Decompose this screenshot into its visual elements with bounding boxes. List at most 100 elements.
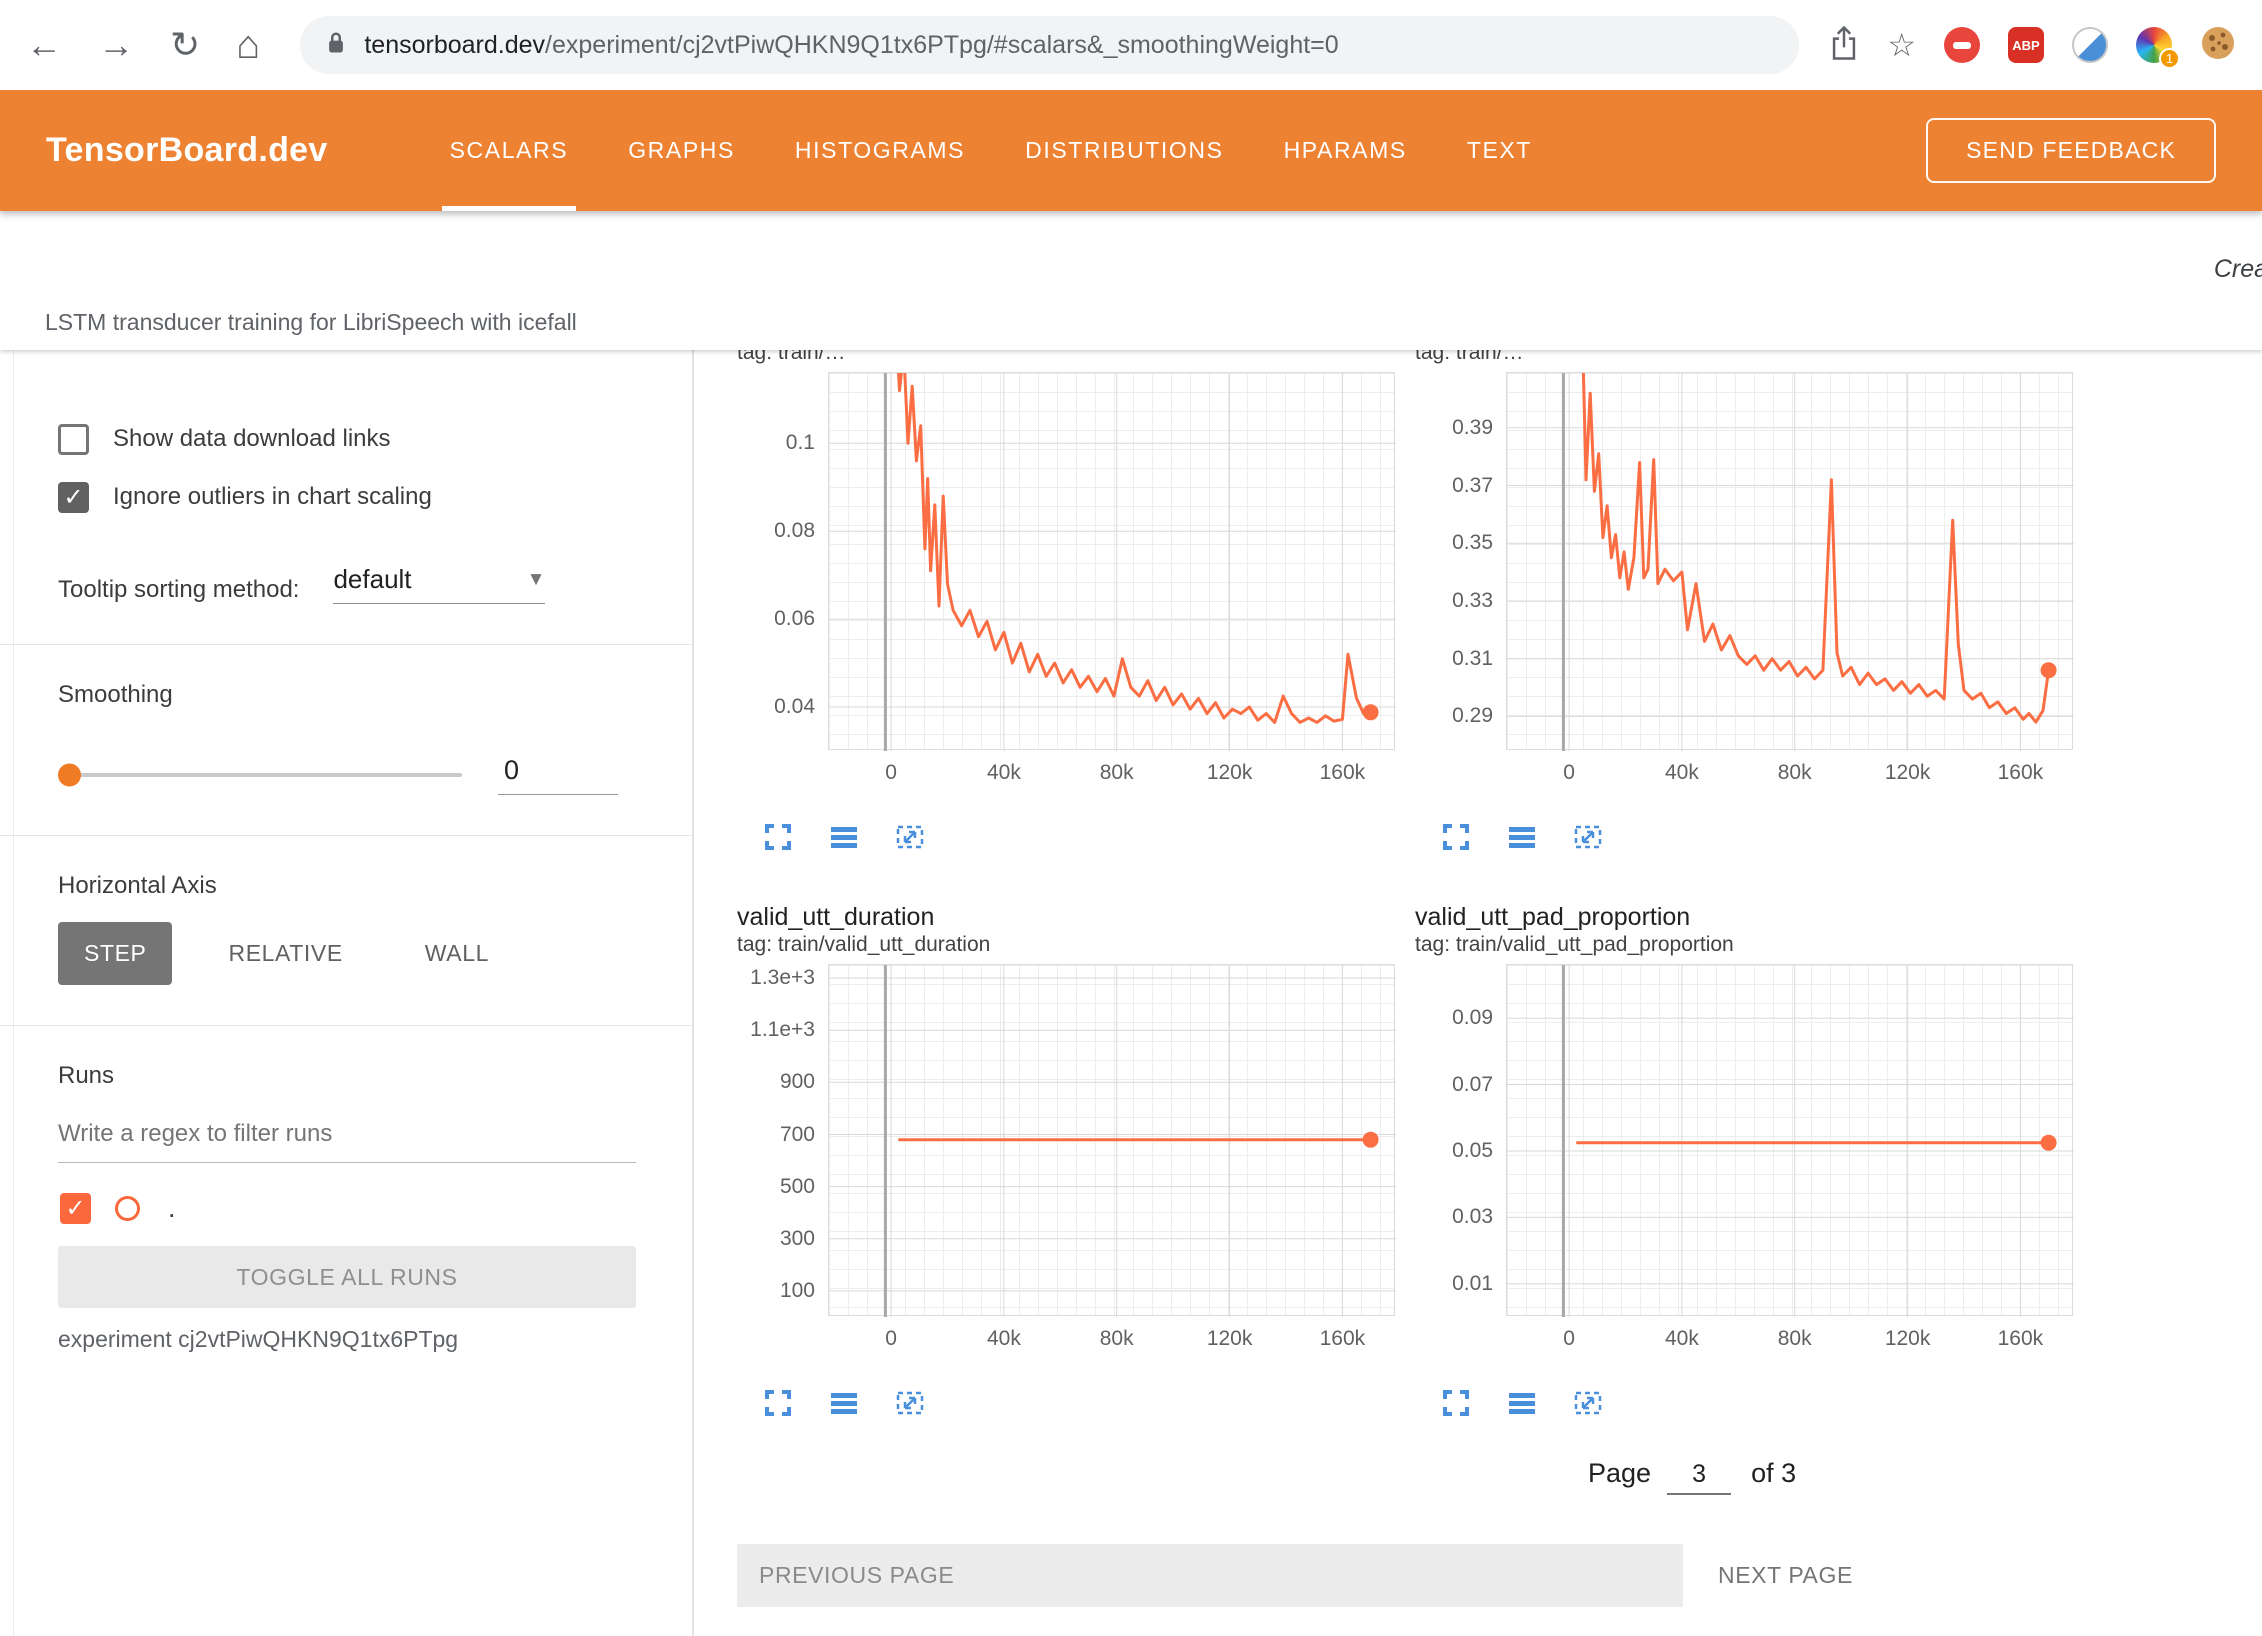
app-logo: TensorBoard.dev — [46, 131, 328, 170]
fullscreen-icon[interactable] — [1441, 822, 1471, 852]
run-checkbox[interactable]: ✓ — [60, 1193, 91, 1224]
chart-plot-svg[interactable] — [829, 373, 1396, 751]
reload-icon[interactable]: ↻ — [170, 27, 200, 63]
next-page-button[interactable]: NEXT PAGE — [1718, 1544, 1853, 1607]
fullscreen-icon[interactable] — [763, 822, 793, 852]
chart-card: valid_utt_pad_proportion tag: train/vali… — [1415, 902, 2095, 1418]
fit-domain-icon[interactable] — [1573, 1388, 1603, 1418]
yaxis-toggle-icon[interactable] — [829, 822, 859, 852]
y-tick-label: 0.01 — [1452, 1272, 1493, 1296]
tab-scalars[interactable]: SCALARS — [420, 90, 599, 211]
send-feedback-button[interactable]: SEND FEEDBACK — [1926, 118, 2216, 183]
charts-main: tag: train/… 0.10.080.060.04040k80k120k1… — [694, 350, 2262, 1636]
y-tick-label: 300 — [780, 1227, 815, 1251]
smoothing-value[interactable]: 0 — [498, 755, 618, 795]
tensorboard-page: ← → ↻ ⌂ tensorboard.dev/experiment/cj2vt… — [0, 0, 2262, 1636]
chart-plot-svg[interactable] — [1507, 965, 2074, 1317]
ignore-outliers-checkbox[interactable]: ✓ — [58, 482, 89, 513]
smoothing-slider-thumb[interactable] — [58, 764, 81, 787]
abp-extension-icon[interactable]: ABP — [2008, 27, 2044, 63]
chart-plot-svg[interactable] — [829, 965, 1396, 1317]
x-tick-label: 120k — [1885, 761, 1931, 785]
x-tick-label: 40k — [987, 761, 1021, 785]
chart-title: valid_utt_pad_proportion — [1415, 902, 2095, 932]
show-download-row: Show data download links — [58, 418, 692, 460]
y-tick-label: 0.03 — [1452, 1205, 1493, 1229]
axis-button-relative[interactable]: RELATIVE — [202, 922, 368, 985]
chart-toolbar — [1441, 1388, 2095, 1418]
runs-regex-input[interactable] — [58, 1120, 636, 1163]
x-tick-label: 0 — [1563, 761, 1575, 785]
share-icon[interactable] — [1829, 25, 1859, 66]
bookmark-star-icon[interactable]: ☆ — [1887, 29, 1916, 61]
tab-histograms[interactable]: HISTOGRAMS — [765, 90, 995, 211]
y-tick-label: 100 — [780, 1279, 815, 1303]
adblocker-extension-icon[interactable] — [1944, 27, 1980, 63]
tab-distributions[interactable]: DISTRIBUTIONS — [995, 90, 1253, 211]
axis-button-wall[interactable]: WALL — [399, 922, 515, 985]
colorwheel-extension-icon[interactable]: 1 — [2136, 27, 2172, 63]
forward-icon[interactable]: → — [98, 27, 134, 63]
blue-extension-icon[interactable] — [2072, 27, 2108, 63]
home-icon[interactable]: ⌂ — [236, 25, 260, 65]
tab-text[interactable]: TEXT — [1437, 90, 1562, 211]
chart-card: tag: train/… 0.390.370.350.330.310.29040… — [1415, 350, 2095, 852]
chart-plot[interactable]: 1.3e+31.1e+3900700500300100040k80k120k16… — [828, 964, 1395, 1316]
nav-tabs: SCALARSGRAPHSHISTOGRAMSDISTRIBUTIONSHPAR… — [420, 90, 1562, 211]
lock-icon — [326, 30, 346, 60]
x-tick-label: 80k — [1778, 1327, 1812, 1351]
tooltip-sorting-select[interactable]: default ▼ — [333, 564, 545, 604]
subheader-right-text[interactable]: Crea — [2214, 255, 2262, 284]
fullscreen-icon[interactable] — [763, 1388, 793, 1418]
y-tick-label: 1.1e+3 — [750, 1018, 815, 1042]
y-tick-label: 0.07 — [1452, 1073, 1493, 1097]
browser-chrome: ← → ↻ ⌂ tensorboard.dev/experiment/cj2vt… — [0, 0, 2262, 90]
page-label: Page — [1588, 1458, 1651, 1489]
run-name: . — [168, 1193, 176, 1224]
chart-tag: tag: train/valid_utt_duration — [737, 932, 1417, 958]
axis-button-step[interactable]: STEP — [58, 922, 172, 985]
chart-plot[interactable]: 0.10.080.060.04040k80k120k160k — [828, 372, 1395, 750]
divider — [0, 835, 692, 836]
toggle-all-runs-button[interactable]: TOGGLE ALL RUNS — [58, 1246, 636, 1308]
x-tick-label: 120k — [1207, 1327, 1253, 1351]
show-download-checkbox[interactable] — [58, 424, 89, 455]
yaxis-toggle-icon[interactable] — [1507, 822, 1537, 852]
fit-domain-icon[interactable] — [895, 822, 925, 852]
fullscreen-icon[interactable] — [1441, 1388, 1471, 1418]
tab-hparams[interactable]: HPARAMS — [1254, 90, 1437, 211]
fit-domain-icon[interactable] — [1573, 822, 1603, 852]
x-tick-label: 160k — [1320, 761, 1366, 785]
y-tick-label: 0.06 — [774, 607, 815, 631]
tooltip-sorting-row: Tooltip sorting method: default ▼ — [58, 564, 692, 604]
previous-page-button[interactable]: PREVIOUS PAGE — [737, 1544, 1683, 1607]
show-download-label: Show data download links — [113, 425, 391, 453]
page-number-input[interactable] — [1667, 1460, 1731, 1495]
tab-graphs[interactable]: GRAPHS — [598, 90, 765, 211]
run-row: ✓ . — [60, 1193, 692, 1224]
smoothing-row: 0 — [62, 755, 692, 795]
horizontal-axis-label: Horizontal Axis — [58, 872, 692, 900]
extension-badge: 1 — [2159, 48, 2180, 69]
ignore-outliers-label: Ignore outliers in chart scaling — [113, 483, 432, 511]
y-tick-label: 1.3e+3 — [750, 966, 815, 990]
address-bar[interactable]: tensorboard.dev/experiment/cj2vtPiwQHKN9… — [300, 16, 1799, 74]
chart-plot[interactable]: 0.390.370.350.330.310.29040k80k120k160k — [1506, 372, 2073, 750]
tooltip-sorting-label: Tooltip sorting method: — [58, 576, 299, 604]
page-of-label: of 3 — [1751, 1458, 1796, 1489]
chart-plot[interactable]: 0.090.070.050.030.01040k80k120k160k — [1506, 964, 2073, 1316]
back-icon[interactable]: ← — [26, 27, 62, 63]
x-tick-label: 40k — [1665, 1327, 1699, 1351]
y-tick-label: 0.31 — [1452, 647, 1493, 671]
x-tick-label: 80k — [1778, 761, 1812, 785]
yaxis-toggle-icon[interactable] — [1507, 1388, 1537, 1418]
cookie-extension-icon[interactable] — [2200, 25, 2236, 66]
adblocker-glyph — [1953, 42, 1971, 49]
chart-plot-svg[interactable] — [1507, 373, 2074, 751]
x-tick-label: 0 — [885, 761, 897, 785]
fit-domain-icon[interactable] — [895, 1388, 925, 1418]
smoothing-slider[interactable] — [62, 773, 462, 777]
run-color-circle[interactable] — [115, 1196, 140, 1221]
yaxis-toggle-icon[interactable] — [829, 1388, 859, 1418]
y-tick-label: 700 — [780, 1123, 815, 1147]
